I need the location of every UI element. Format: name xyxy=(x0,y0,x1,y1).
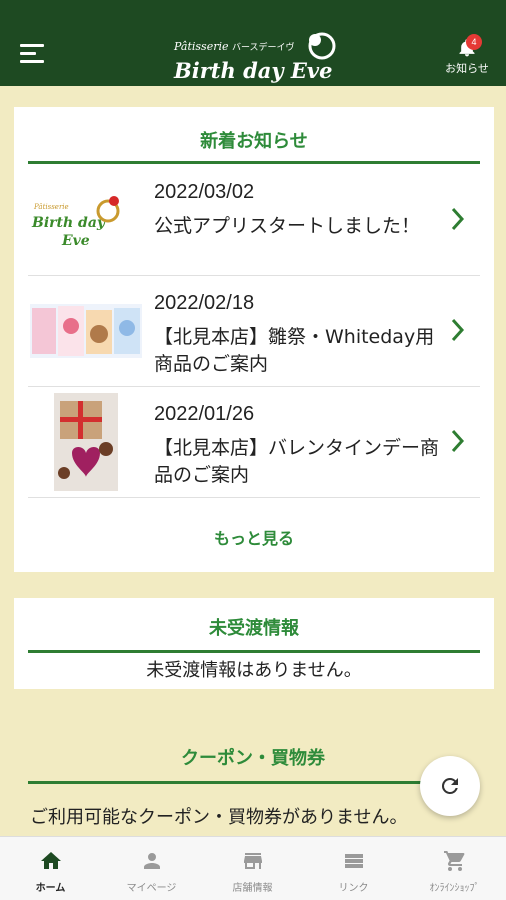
menu-line xyxy=(20,44,44,47)
news-date: 2022/03/02 xyxy=(154,181,255,203)
news-title: 公式アプリスタートしました！ xyxy=(154,215,421,237)
bottom-tab-bar: ホーム マイページ 店舗情報 リンク ｵﾝﾗｲﾝｼｮｯﾌﾟ xyxy=(0,836,506,900)
tab-label: マイページ xyxy=(126,883,177,894)
news-item[interactable]: Pâtisserie Birth day Eve 2022/03/02 公式アプ… xyxy=(28,165,480,276)
news-thumbnail-valentine xyxy=(54,393,118,491)
logo-script-text: Pâtisserie xyxy=(173,40,229,53)
news-card: 新着お知らせ Pâtisserie Birth day Eve 2022/03/… xyxy=(14,107,494,572)
home-icon xyxy=(40,852,61,869)
menu-line xyxy=(20,52,36,55)
coupon-message: ご利用可能なクーポン・買物券がありません。 xyxy=(30,807,408,828)
chevron-right-icon xyxy=(451,207,465,231)
tab-store-info[interactable]: 店舗情報 xyxy=(202,837,303,900)
hamburger-menu-button[interactable] xyxy=(20,44,44,66)
notification-button[interactable]: 4 お知らせ xyxy=(442,32,492,78)
svg-text:Pâtisserie: Pâtisserie xyxy=(33,203,69,211)
refresh-icon xyxy=(441,778,458,794)
app-header: Pâtisserie バースデーイヴ Birth day Eve 4 お知らせ xyxy=(0,0,506,86)
birthday-eve-logo: Pâtisserie バースデーイヴ Birth day Eve xyxy=(173,32,336,83)
tab-online-shop[interactable]: ｵﾝﾗｲﾝｼｮｯﾌﾟ xyxy=(404,837,505,900)
tab-label: ｵﾝﾗｲﾝｼｮｯﾌﾟ xyxy=(429,883,480,894)
news-item[interactable]: 2022/01/26 【北見本店】バレンタインデー商品のご案内 xyxy=(28,387,480,498)
tab-home[interactable]: ホーム xyxy=(0,837,101,900)
news-date: 2022/02/18 xyxy=(154,292,255,314)
coupon-title-underline xyxy=(28,781,478,784)
chevron-right-icon xyxy=(451,318,465,342)
svg-text:Eve: Eve xyxy=(61,233,90,249)
notification-count-badge: 4 xyxy=(466,34,482,50)
cart-icon xyxy=(443,851,464,871)
undelivered-card: 未受渡情報 未受渡情報はありません。 xyxy=(14,598,494,689)
tab-label: ホーム xyxy=(35,883,66,894)
undelivered-card-title: 未受渡情報 xyxy=(209,618,299,639)
undelivered-message: 未受渡情報はありません。 xyxy=(146,660,362,681)
news-title: 【北見本店】バレンタインデー商品のご案内 xyxy=(154,437,440,486)
news-thumbnail-logo: Pâtisserie Birth day Eve xyxy=(28,189,128,251)
chevron-right-icon xyxy=(451,429,465,453)
news-card-title: 新着お知らせ xyxy=(200,131,308,152)
tab-label: 店舗情報 xyxy=(232,883,273,894)
undelivered-title-underline xyxy=(28,650,480,653)
news-thumbnail-hinamatsuri xyxy=(30,304,142,358)
logo-main-text: Birth day Eve xyxy=(173,58,332,83)
news-date: 2022/01/26 xyxy=(154,403,255,425)
tab-label: リンク xyxy=(338,883,369,894)
news-title: 【北見本店】雛祭・Whiteday用商品のご案内 xyxy=(154,326,435,375)
svg-text:Birth day: Birth day xyxy=(31,215,106,231)
menu-line xyxy=(20,60,44,63)
person-icon xyxy=(143,853,160,869)
logo-kana-text: バースデーイヴ xyxy=(232,41,295,53)
see-more-link[interactable]: もっと見る xyxy=(14,525,494,549)
news-title-underline xyxy=(28,161,480,164)
tab-mypage[interactable]: マイページ xyxy=(101,837,202,900)
store-icon xyxy=(243,853,262,869)
refresh-button[interactable] xyxy=(420,756,480,816)
notification-label: お知らせ xyxy=(445,62,489,75)
news-item[interactable]: 2022/02/18 【北見本店】雛祭・Whiteday用商品のご案内 xyxy=(28,276,480,387)
tab-links[interactable]: リンク xyxy=(303,837,404,900)
news-separator xyxy=(28,497,480,498)
list-icon xyxy=(344,854,363,868)
